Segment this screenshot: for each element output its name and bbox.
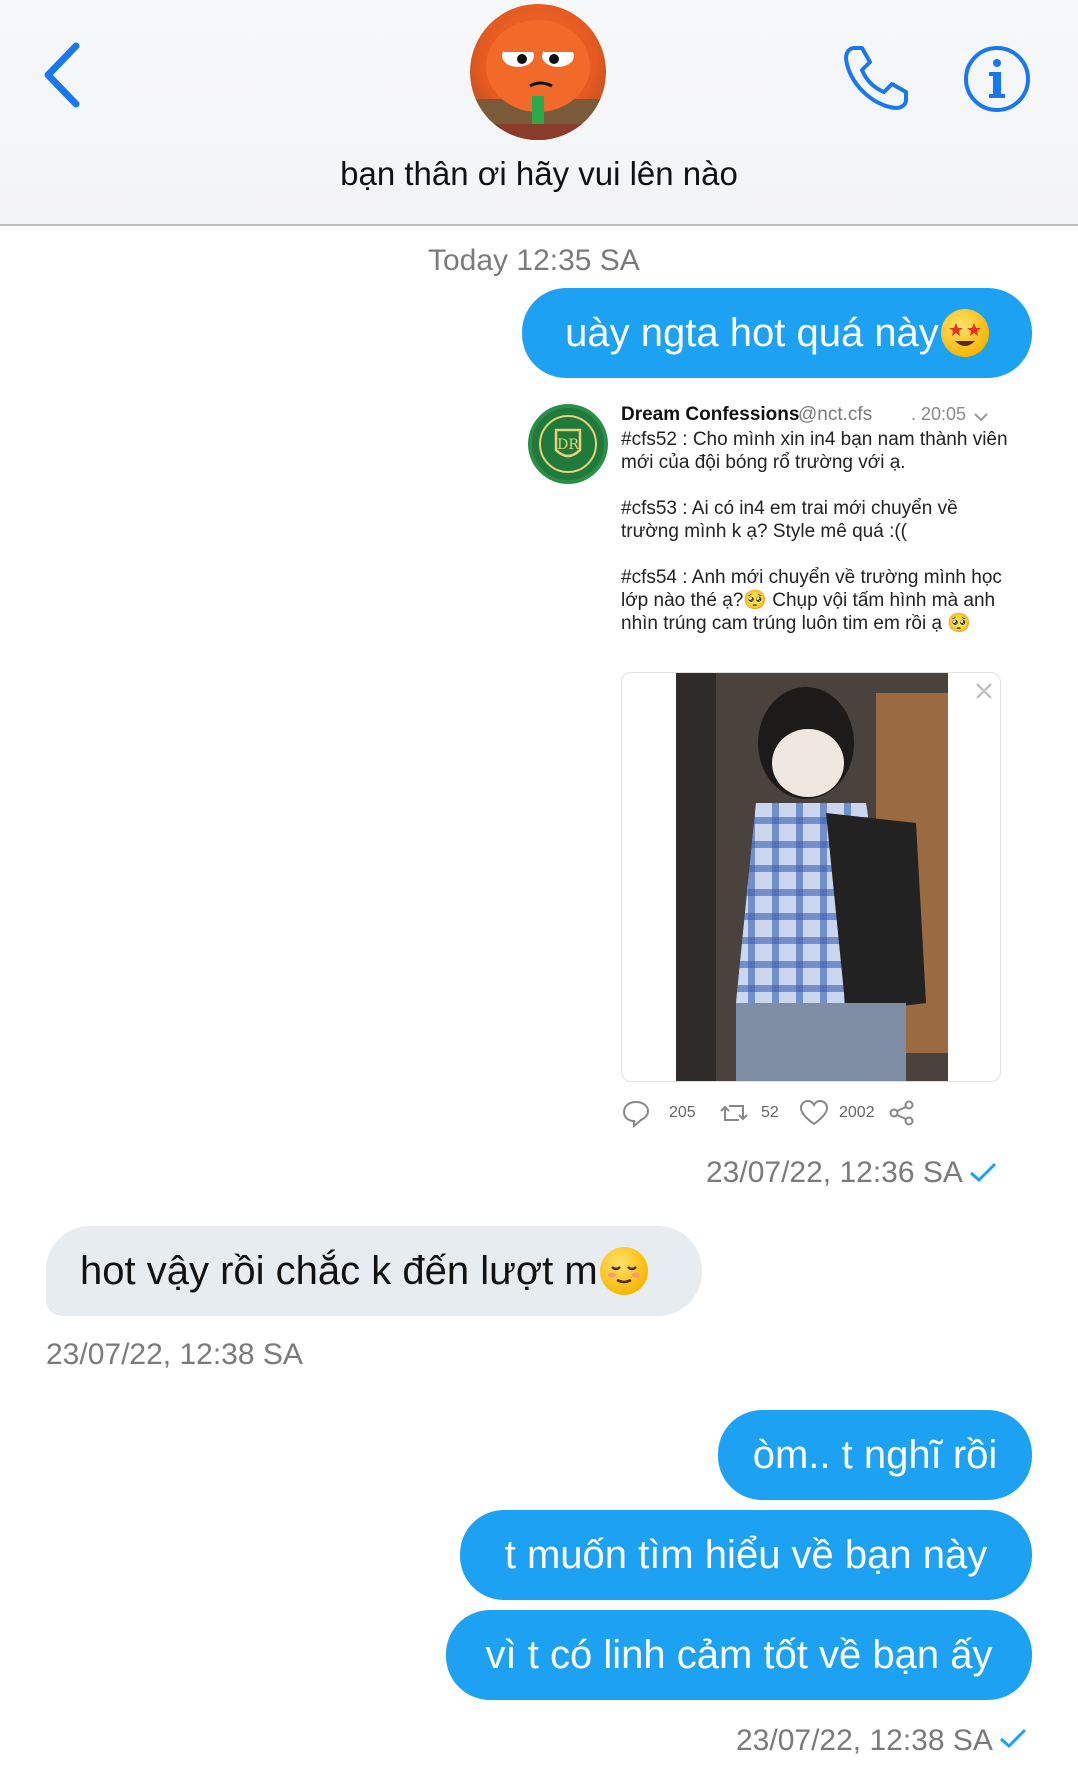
retweet-icon[interactable] [719,1098,749,1128]
incoming-message[interactable]: hot vậy rồi chắc k đến lượt m [46,1226,702,1316]
info-button[interactable] [962,44,1032,114]
contact-avatar[interactable] [470,4,606,140]
message-text: vì t có linh cảm tốt về bạn ấy [485,1633,993,1677]
cartoon-avatar-image [470,20,606,140]
outgoing-message[interactable]: t muốn tìm hiểu về bạn này [460,1510,1032,1600]
tweet-actions: 205 52 2002 [621,1096,1001,1132]
chat-header: bạn thân ơi hãy vui lên nào [0,0,1078,226]
tweet-card[interactable]: DR Dream Confessions @nct.cfs . 20:05 #c… [528,396,1008,1136]
tweet-author-name: Dream Confessions [621,404,800,425]
tweet-author-handle: @nct.cfs [798,404,873,425]
star-struck-emoji-icon [940,309,989,357]
heart-icon[interactable] [799,1098,829,1128]
message-timestamp: 23/07/22, 12:38 SA [736,1724,993,1757]
tweet-time: . 20:05 [911,404,967,424]
back-button[interactable] [40,40,90,110]
outgoing-message[interactable]: uày ngta hot quá này [522,288,1032,378]
tweet-photo [676,673,948,1081]
outgoing-message[interactable]: òm.. t nghĩ rồi [718,1410,1032,1500]
message-text: t muốn tìm hiểu về bạn này [504,1533,988,1577]
message-timestamp: 23/07/22, 12:36 SA [706,1156,963,1189]
call-button[interactable] [840,42,912,114]
chevron-down-icon [974,413,988,422]
tweet-text: #cfs52 : Cho mình xin in4 bạn nam thành … [621,429,1008,634]
tweet-author-avatar: DR [528,404,608,484]
message-text: hot vậy rồi chắc k đến lượt m [80,1249,598,1293]
outgoing-message[interactable]: vì t có linh cảm tốt về bạn ấy [446,1610,1032,1700]
reply-icon[interactable] [621,1098,651,1128]
like-count: 2002 [839,1104,875,1121]
retweet-count: 52 [761,1104,779,1121]
info-icon [964,46,1030,112]
message-timestamp: 23/07/22, 12:38 SA [46,1338,303,1371]
school-crest-logo: DR [539,415,597,473]
chevron-left-icon [44,42,80,108]
photo-of-student-image [676,673,948,1081]
svg-text:DR: DR [557,437,579,453]
tweet-media[interactable] [621,672,1001,1082]
share-icon[interactable] [887,1098,917,1128]
phone-icon [844,46,908,110]
seen-check-icon [970,1162,997,1183]
day-separator: Today 12:35 SA [428,244,640,277]
tweet-more-button[interactable] [973,410,989,422]
close-icon [976,683,992,699]
seen-check-icon [1000,1728,1027,1749]
close-media-button[interactable] [974,681,994,701]
chat-title: bạn thân ơi hãy vui lên nào [340,155,738,192]
message-text: uày ngta hot quá này [565,311,939,355]
message-text: òm.. t nghĩ rồi [752,1433,998,1477]
relieved-emoji-icon [599,1247,648,1295]
reply-count: 205 [669,1104,696,1121]
